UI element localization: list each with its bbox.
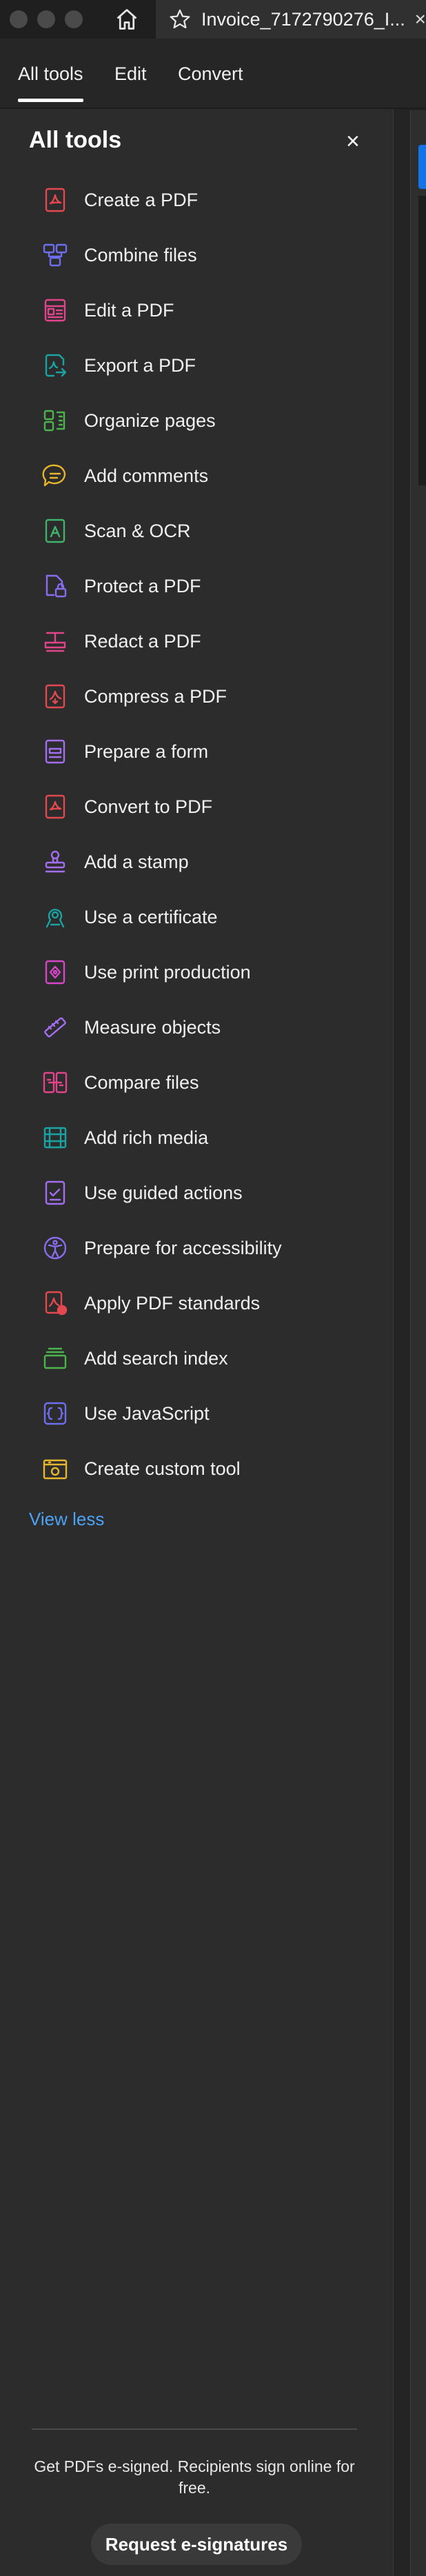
tool-label: Create custom tool <box>84 1458 241 1479</box>
combine-files-icon <box>43 243 68 267</box>
convert-pdf-icon <box>45 794 65 819</box>
all-tools-panel: All tools × Create a PDF Combine files Edi… <box>0 109 393 2576</box>
tab-all-tools[interactable]: All tools <box>18 63 83 102</box>
document-tab[interactable]: Invoice_7172790276_I... × <box>156 0 426 39</box>
tool-label: Add rich media <box>84 1127 209 1148</box>
tool-label: Edit a PDF <box>84 299 174 321</box>
panel-close-button[interactable]: × <box>346 128 360 155</box>
tab-convert[interactable]: Convert <box>178 63 243 85</box>
tool-label: Add a stamp <box>84 851 189 872</box>
tool-label: Compress a PDF <box>84 685 227 707</box>
title-bar: Invoice_7172790276_I... × <box>0 0 426 39</box>
esign-promo-text: Get PDFs e-signed. Recipients sign onlin… <box>34 2457 355 2497</box>
tool-item[interactable]: Create custom tool <box>41 1449 372 1488</box>
javascript-icon <box>43 1402 67 1425</box>
tool-label: Add search index <box>84 1347 228 1369</box>
edit-pdf-icon <box>44 299 66 322</box>
tool-label: Compare files <box>84 1071 199 1093</box>
tool-label: Scan & OCR <box>84 520 191 541</box>
panel-title: All tools <box>29 127 122 153</box>
window-controls <box>10 10 83 28</box>
accessibility-icon <box>43 1236 67 1260</box>
home-icon[interactable] <box>114 7 139 32</box>
tool-item[interactable]: Create a PDF <box>41 181 372 219</box>
tool-item[interactable]: Use JavaScript <box>41 1394 372 1433</box>
tool-item[interactable]: Measure objects <box>41 1008 372 1047</box>
tool-item[interactable]: Organize pages <box>41 401 372 440</box>
tool-label: Export a PDF <box>84 354 196 376</box>
tool-label: Use print production <box>84 961 251 983</box>
redact-pdf-icon <box>44 632 66 652</box>
tool-item[interactable]: Use a certificate <box>41 898 372 936</box>
compare-files-icon <box>43 1071 68 1094</box>
tool-label: Prepare for accessibility <box>84 1237 282 1258</box>
page-preview <box>418 196 426 485</box>
tool-label: Use a certificate <box>84 906 218 927</box>
print-production-icon <box>45 960 65 985</box>
tool-item[interactable]: Protect a PDF <box>41 567 372 605</box>
request-esignatures-button[interactable]: Request e-signatures <box>91 2524 302 2565</box>
tool-label: Combine files <box>84 244 197 265</box>
tool-item[interactable]: Convert to PDF <box>41 787 372 826</box>
zoom-window-button[interactable] <box>65 10 83 28</box>
tool-label: Apply PDF standards <box>84 1292 261 1314</box>
compress-pdf-icon <box>45 684 65 709</box>
measure-icon <box>44 1017 66 1038</box>
tool-label: Use guided actions <box>84 1182 243 1203</box>
tool-label: Organize pages <box>84 410 216 431</box>
tool-item[interactable]: Export a PDF <box>41 346 372 385</box>
tool-label: Create a PDF <box>84 189 199 210</box>
tab-edit[interactable]: Edit <box>114 63 147 85</box>
protect-pdf-icon <box>45 574 67 598</box>
minimize-window-button[interactable] <box>37 10 55 28</box>
custom-tool-icon <box>43 1459 68 1480</box>
menu-bar: All tools Edit Convert <box>0 39 426 109</box>
search-index-icon <box>43 1347 67 1369</box>
tool-item[interactable]: Compress a PDF <box>41 677 372 716</box>
create-pdf-icon <box>45 188 65 212</box>
tool-label: Use JavaScript <box>84 1402 210 1424</box>
scroll-thumb[interactable] <box>418 145 426 189</box>
pdf-standards-icon <box>45 1291 68 1316</box>
close-window-button[interactable] <box>10 10 28 28</box>
certificate-icon <box>45 909 65 928</box>
star-icon[interactable] <box>168 8 192 31</box>
scan-ocr-icon <box>45 519 65 543</box>
divider <box>32 2428 357 2430</box>
prepare-form-icon <box>45 739 65 764</box>
tool-label: Redact a PDF <box>84 630 201 652</box>
tool-label: Add comments <box>84 465 209 486</box>
tool-item[interactable]: Add search index <box>41 1339 372 1378</box>
tool-label: Measure objects <box>84 1016 221 1038</box>
tool-item[interactable]: Add rich media <box>41 1118 372 1157</box>
tab-close-button[interactable]: × <box>415 8 426 30</box>
export-pdf-icon <box>45 354 67 377</box>
tool-item[interactable]: Apply PDF standards <box>41 1284 372 1322</box>
rich-media-icon <box>43 1127 67 1149</box>
document-area <box>393 109 426 2576</box>
tool-item[interactable]: Combine files <box>41 236 372 274</box>
tool-item[interactable]: Compare files <box>41 1063 372 1102</box>
tool-item[interactable]: Use guided actions <box>41 1174 372 1212</box>
tool-item[interactable]: Scan & OCR <box>41 512 372 550</box>
tool-item[interactable]: Prepare a form <box>41 732 372 771</box>
tool-item[interactable]: Prepare for accessibility <box>41 1229 372 1267</box>
organize-pages-icon <box>43 410 65 432</box>
tool-item[interactable]: Edit a PDF <box>41 291 372 330</box>
tool-label: Protect a PDF <box>84 575 201 596</box>
tool-item[interactable]: Redact a PDF <box>41 622 372 661</box>
tool-label: Prepare a form <box>84 741 209 762</box>
tool-item[interactable]: Use print production <box>41 953 372 992</box>
tool-label: Convert to PDF <box>84 796 213 817</box>
view-less-link[interactable]: View less <box>29 1509 104 1530</box>
tab-title: Invoice_7172790276_I... <box>201 8 405 30</box>
tool-item[interactable]: Add comments <box>41 456 372 495</box>
stamp-icon <box>45 850 65 873</box>
comment-icon <box>42 464 66 487</box>
tool-item[interactable]: Add a stamp <box>41 843 372 881</box>
guided-actions-icon <box>45 1180 65 1205</box>
